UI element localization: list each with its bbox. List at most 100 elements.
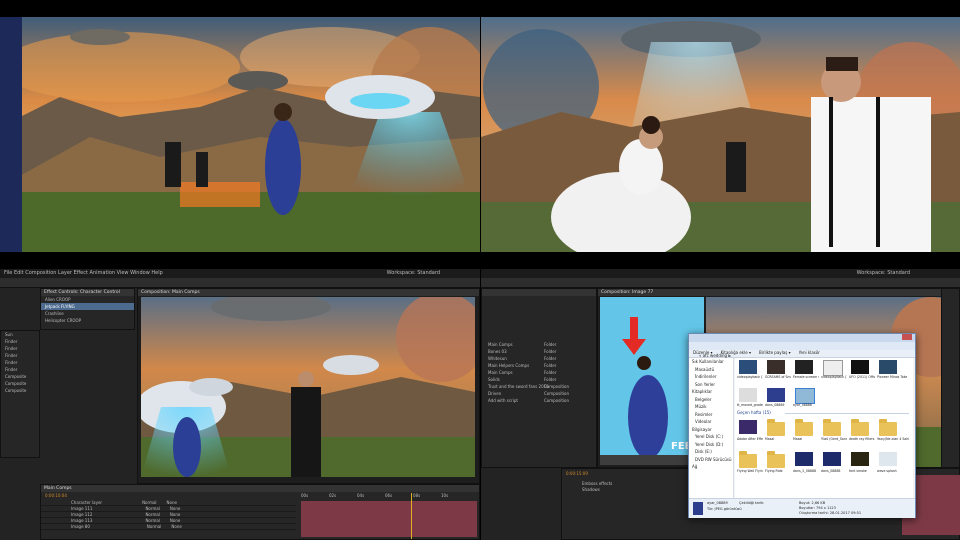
details-dimensions: Boyutlar: 794 x 1123 [799, 506, 836, 510]
nav-item[interactable]: Yerel Disk (C:) [689, 433, 733, 441]
layer-row[interactable]: Image 80 Normal None [41, 524, 296, 530]
file-label: Adobe After Effects Ayar Danı [737, 437, 763, 441]
lib-item[interactable]: Finder [1, 345, 39, 352]
nav-item[interactable]: Disk (E:) [689, 448, 733, 456]
toolbar-button[interactable]: Yeni klasör [799, 350, 820, 357]
details-type: Tür: JPEG görüntüsü [707, 507, 742, 511]
video-thumbnail[interactable] [795, 360, 813, 374]
project-item[interactable]: Crashline [41, 310, 134, 317]
group-header[interactable]: Geçen hafta (15) [737, 410, 771, 415]
image-thumbnail[interactable] [767, 388, 785, 402]
toolbar-button[interactable]: Birlikte paylaş ▾ [759, 350, 791, 357]
project-row[interactable]: Add with script Composition [484, 397, 596, 404]
composition-viewer[interactable] [141, 297, 475, 477]
file-label: Yazıy(Ne olan 4 Sakl_Alar_B) [877, 437, 909, 441]
nav-item[interactable]: Kitaplıklar [689, 388, 733, 396]
effect-controls-tab[interactable]: Effect Controls: Character Control [41, 289, 134, 296]
video-thumbnail[interactable] [823, 360, 843, 376]
file-label: Yüzü (Gerd_Sandıklı) [821, 437, 847, 441]
close-icon[interactable] [902, 334, 912, 340]
lib-item[interactable]: Finder [1, 359, 39, 366]
project-row[interactable]: Solids Folder [484, 376, 596, 383]
folder-icon[interactable] [823, 419, 841, 436]
lib-item[interactable]: Finder [1, 352, 39, 359]
video-thumbnail[interactable] [739, 360, 757, 374]
tools-bar [0, 278, 480, 288]
details-pane: ayar_08889 Tür: JPEG görüntüsü Çekildiği… [689, 498, 915, 518]
nav-item[interactable]: Sık Kullanılanlar [689, 358, 733, 366]
scene-left-image [0, 17, 480, 252]
image-thumbnail[interactable] [739, 388, 757, 402]
timecode[interactable]: 0:00:10:04 [45, 493, 67, 498]
image-thumbnail[interactable] [851, 452, 869, 466]
nav-item[interactable]: Bilgisayar [689, 426, 733, 434]
project-item-selected[interactable]: Jetpack FLYING [41, 303, 134, 310]
toolbar-button[interactable]: Kitaplığa ekle ▾ [721, 350, 751, 357]
image-thumbnail[interactable] [879, 452, 897, 466]
mp3-thumbnail[interactable] [879, 360, 897, 374]
image-thumbnail[interactable] [795, 452, 813, 466]
workspace-label[interactable]: Workspace: Standard [387, 269, 440, 278]
folder-icon[interactable] [739, 451, 757, 468]
layer-row[interactable]: Shadows [582, 487, 600, 492]
nav-item[interactable]: Masaüstü [689, 366, 733, 374]
project-item[interactable]: Helicopter CROOP [41, 317, 134, 324]
workspace-label[interactable]: Workspace: Standard [857, 269, 910, 278]
folder-icon[interactable] [767, 451, 785, 468]
lib-item[interactable]: Sun [1, 331, 39, 338]
composition-tab[interactable]: Composition: Image 77 [598, 289, 959, 296]
timeline-tab[interactable]: Main Comps [41, 485, 479, 492]
details-created: Oluşturma tarihi: 28.01.2017 09:51 [799, 511, 862, 515]
file-label: Masal [765, 437, 775, 441]
folder-icon[interactable] [767, 419, 785, 436]
title-bar[interactable] [689, 334, 915, 342]
lib-item[interactable]: Composite [1, 387, 39, 394]
layer-list: Character layer Normal None Image 111 Norma… [41, 500, 296, 530]
right-side-panel [941, 288, 960, 468]
nav-item[interactable]: Son Yerler [689, 381, 733, 389]
image-thumbnail-selected[interactable] [795, 388, 815, 404]
project-row[interactable]: Whitesun Folder [484, 355, 596, 362]
project-row[interactable]: Bones 03 Folder [484, 348, 596, 355]
nav-item[interactable]: DVD RW Sürücüsü [689, 456, 733, 464]
folder-icon[interactable] [795, 419, 813, 436]
app-thumbnail[interactable] [739, 420, 757, 434]
image-thumbnail[interactable] [823, 452, 841, 466]
address-bar[interactable]: « afc wedding ► [689, 342, 915, 358]
lib-item[interactable]: Composite [1, 380, 39, 387]
nav-item[interactable]: Resimler [689, 411, 733, 419]
nav-item[interactable]: Ağ [689, 463, 733, 471]
timeline-panel: Main Comps 0:00:10:04 Character layer Nor… [40, 484, 480, 540]
lib-item[interactable]: Finder [1, 338, 39, 345]
library-panel: Sun Finder Finder Finder Finder Finder C… [0, 330, 40, 458]
nav-item[interactable]: Yerel Disk (D:) [689, 441, 733, 449]
time-ruler[interactable]: 00s 02s 04s 06s 08s 10s [301, 493, 477, 499]
project-row[interactable]: Main Helpers Comps Folder [484, 362, 596, 369]
project-row[interactable]: Main Comps Folder [484, 369, 596, 376]
menu-items[interactable]: File Edit Composition Layer Effect Anima… [4, 270, 163, 276]
layer-duration-bars[interactable] [301, 501, 477, 537]
file-label: dans_08889 [765, 403, 785, 407]
video-thumbnail[interactable] [851, 360, 869, 374]
lib-item[interactable]: Finder [1, 366, 39, 373]
nav-item[interactable]: İndirilenler [689, 373, 733, 381]
current-time-indicator[interactable] [411, 493, 412, 539]
folder-icon[interactable] [879, 419, 897, 436]
layer-row[interactable]: Emboss effects [582, 481, 612, 486]
timecode[interactable]: 0:00:15:09 [566, 471, 588, 476]
toolbar-button[interactable]: Düzenle ▾ [693, 350, 713, 357]
project-tab[interactable] [482, 289, 596, 296]
project-item[interactable]: Alien CROOP [41, 296, 134, 303]
lib-item[interactable]: Composite [1, 373, 39, 380]
nav-item[interactable]: Belgeler [689, 396, 733, 404]
project-row[interactable]: Main Comps Folder [484, 341, 596, 348]
file-label: tt_moved_grader [737, 403, 763, 407]
project-row[interactable]: Trust and the sword fans 2016 Composition [484, 383, 596, 390]
project-row[interactable]: Driven Composition [484, 390, 596, 397]
file-explorer-window[interactable]: « afc wedding ► Düzenle ▾ Kitaplığa ekle… [688, 333, 916, 518]
folder-icon[interactable] [851, 419, 869, 436]
composition-tab[interactable]: Composition: Main Comps [138, 289, 479, 296]
nav-item[interactable]: Müzik [689, 403, 733, 411]
video-thumbnail[interactable] [767, 360, 785, 374]
nav-item[interactable]: Videolar [689, 418, 733, 426]
